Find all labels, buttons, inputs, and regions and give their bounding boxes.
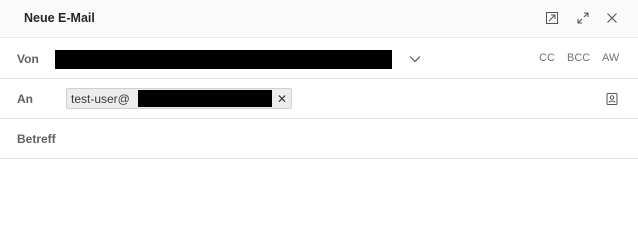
popout-icon <box>546 12 558 24</box>
cc-button[interactable]: CC <box>539 52 555 64</box>
window-title: Neue E-Mail <box>24 11 95 25</box>
popout-button[interactable] <box>542 8 562 28</box>
subject-row: Betreff <box>0 119 638 159</box>
to-label: An <box>17 92 33 106</box>
recipient-domain-redacted <box>138 90 272 107</box>
from-row: Von CC BCC AW <box>0 39 638 79</box>
recipient-chip[interactable]: test-user@ ✕ <box>66 88 292 109</box>
from-address-redacted[interactable] <box>55 50 392 69</box>
subject-label: Betreff <box>17 132 56 146</box>
aw-button[interactable]: AW <box>602 52 619 64</box>
remove-recipient-button[interactable]: ✕ <box>274 90 290 107</box>
close-icon <box>607 13 617 23</box>
chevron-down-icon <box>409 56 421 63</box>
close-button[interactable] <box>602 8 622 28</box>
titlebar: Neue E-Mail <box>0 0 638 38</box>
expand-icon <box>577 12 589 24</box>
address-book-button[interactable] <box>604 91 620 107</box>
from-label: Von <box>17 52 39 66</box>
recipient-text: test-user@ <box>71 92 130 106</box>
message-body[interactable] <box>0 159 638 221</box>
from-dropdown-button[interactable] <box>405 51 425 67</box>
address-book-icon <box>606 93 618 105</box>
bcc-button[interactable]: BCC <box>567 52 590 64</box>
to-row: An test-user@ ✕ <box>0 79 638 119</box>
subject-input[interactable] <box>70 127 620 151</box>
new-email-window: Neue E-Mail Von CC BCC AW An test-user@ … <box>0 0 638 221</box>
expand-button[interactable] <box>573 8 593 28</box>
